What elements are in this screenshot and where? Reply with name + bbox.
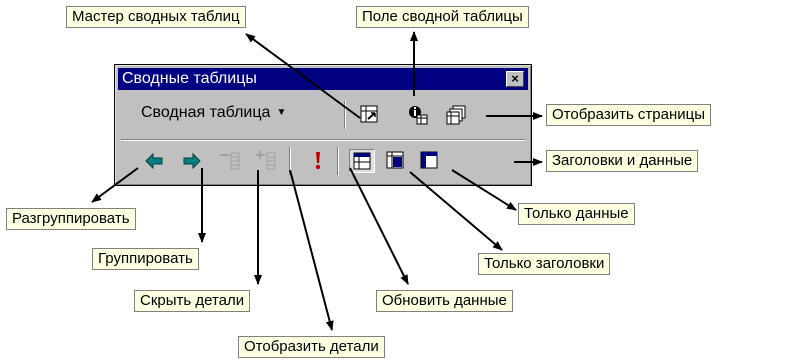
arrow-left-icon — [145, 152, 163, 170]
exclamation-refresh-icon — [315, 152, 321, 170]
select-data-only-button[interactable] — [383, 149, 409, 173]
group-button[interactable] — [179, 149, 205, 173]
ungroup-button[interactable] — [141, 149, 167, 173]
callout-show-pages: Отобразить страницы — [546, 104, 712, 126]
show-pages-button[interactable] — [443, 103, 469, 127]
callout-headers-and-data: Заголовки и данные — [546, 150, 699, 172]
show-detail-icon — [256, 151, 276, 170]
callout-refresh: Обновить данные — [376, 290, 513, 312]
toolbar-titlebar[interactable]: Сводные таблицы × — [118, 68, 528, 90]
select-headers-and-data-button[interactable] — [349, 149, 375, 173]
toolbar-separator — [337, 147, 339, 175]
chevron-down-icon: ▼ — [276, 107, 287, 118]
toolbar-row-bottom — [121, 145, 525, 181]
refresh-data-button[interactable] — [305, 149, 331, 173]
pivot-field-icon — [409, 106, 428, 125]
show-pages-icon — [446, 105, 466, 125]
select-data-only-icon — [386, 151, 404, 169]
toolbar-row-divider — [121, 139, 525, 141]
hide-detail-icon — [220, 152, 240, 170]
show-details-button[interactable] — [253, 149, 279, 173]
hide-details-button[interactable] — [217, 149, 243, 173]
pivot-field-button[interactable] — [405, 103, 431, 127]
pivot-table-menu-button[interactable]: Сводная таблица ▼ — [141, 104, 286, 122]
callout-pivot-field: Поле сводной таблицы — [356, 6, 529, 28]
pivot-wizard-button[interactable] — [357, 103, 383, 127]
toolbar-separator — [344, 101, 346, 129]
select-headers-and-data-icon — [353, 152, 371, 170]
toolbar-row-top: Сводная таблица ▼ — [121, 95, 525, 135]
callout-show-details: Отобразить детали — [238, 336, 385, 358]
select-headers-only-icon — [420, 151, 438, 169]
callout-data-only: Только данные — [518, 203, 635, 225]
menu-label: Сводная таблица — [141, 104, 271, 121]
pivot-wizard-icon — [360, 105, 378, 123]
select-headers-only-button[interactable] — [417, 149, 443, 173]
callout-hide-details: Скрыть детали — [134, 290, 251, 312]
close-button[interactable]: × — [506, 71, 524, 87]
callout-group: Группировать — [92, 248, 199, 270]
callout-ungroup: Разгруппировать — [6, 208, 136, 230]
pivot-table-toolbar: Сводные таблицы × Сводная таблица ▼ — [114, 64, 532, 186]
pointer-show-details — [289, 169, 334, 331]
callout-headers-only: Только заголовки — [478, 253, 611, 275]
toolbar-title: Сводные таблицы — [122, 70, 257, 87]
callout-pivot-wizard: Мастер сводных таблиц — [66, 6, 246, 28]
arrow-right-icon — [183, 152, 201, 170]
toolbar-separator — [289, 147, 291, 175]
